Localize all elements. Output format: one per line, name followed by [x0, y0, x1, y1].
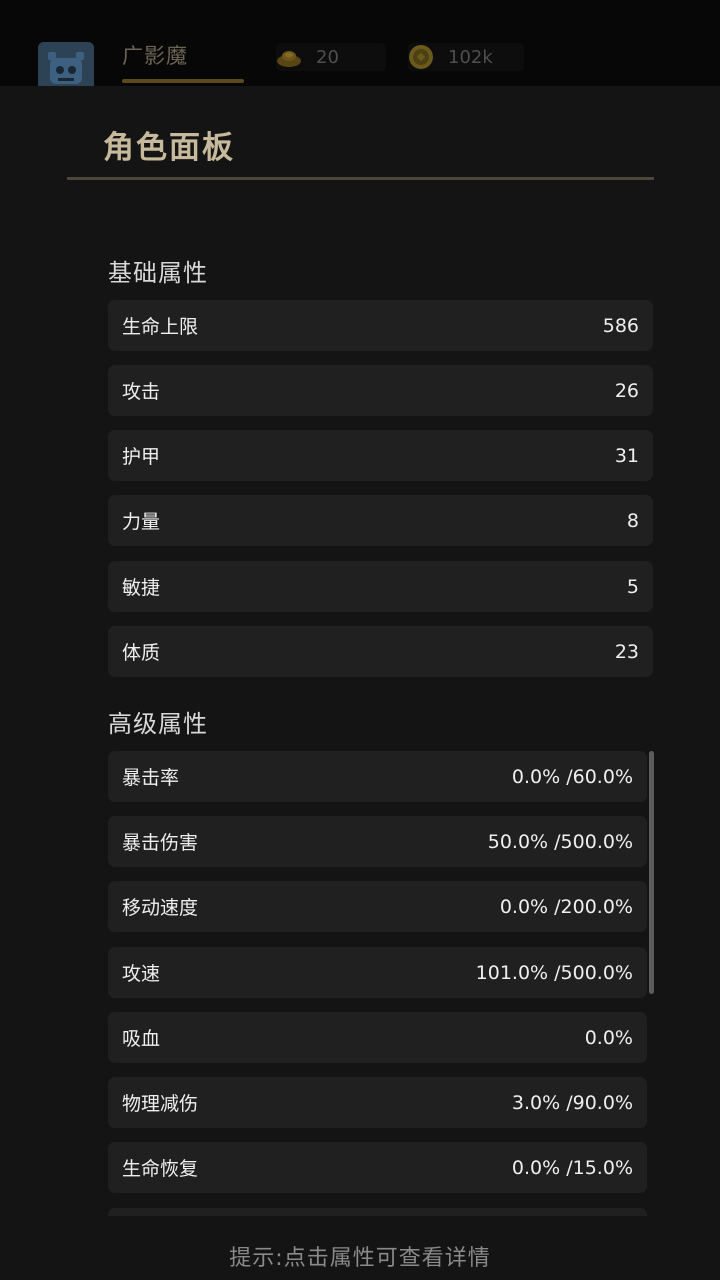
- attribute-label: 体质: [122, 642, 161, 664]
- attribute-value: 0.0% /15.0%: [511, 1156, 633, 1179]
- attribute-row-hp-regen[interactable]: 生命恢复 0.0% /15.0%: [108, 1142, 647, 1193]
- attribute-label: 移动速度: [122, 897, 199, 919]
- attribute-label: 攻击: [122, 381, 161, 403]
- attribute-value: 0.0% /60.0%: [511, 765, 633, 788]
- gold-resource: 20: [276, 43, 386, 71]
- attribute-row-physical-reduction[interactable]: 物理减伤 3.0% /90.0%: [108, 1077, 647, 1128]
- title-divider: [67, 177, 654, 180]
- attribute-row-move-speed[interactable]: 移动速度 0.0% /200.0%: [108, 881, 647, 932]
- attribute-row-crit-rate[interactable]: 暴击率 0.0% /60.0%: [108, 751, 647, 802]
- gold-ingot-icon: [277, 51, 301, 67]
- panel-title: 角色面板: [103, 130, 235, 166]
- attribute-label: 暴击伤害: [122, 832, 199, 854]
- attribute-value: 5: [626, 575, 639, 598]
- tab-underline: [122, 79, 244, 83]
- attribute-label: 生命上限: [122, 316, 199, 338]
- attribute-label: 物理减伤: [122, 1093, 199, 1115]
- coin-value: 102k: [448, 46, 493, 68]
- attribute-row-lifesteal[interactable]: 吸血 0.0%: [108, 1012, 647, 1063]
- attribute-row-max-hp[interactable]: 生命上限 586: [108, 300, 653, 351]
- attribute-label: 攻速: [122, 963, 161, 985]
- attribute-value: 8: [626, 509, 639, 532]
- top-bar: 广影魔 20 102k: [0, 0, 720, 98]
- coin-resource: 102k: [408, 43, 524, 71]
- advanced-attributes-title: 高级属性: [108, 710, 208, 738]
- attribute-row-crit-damage[interactable]: 暴击伤害 50.0% /500.0%: [108, 816, 647, 867]
- attribute-value: 101.0% /500.0%: [475, 961, 633, 984]
- attribute-row-armor[interactable]: 护甲 31: [108, 430, 653, 481]
- attribute-value: 0.0%: [584, 1026, 633, 1049]
- attribute-value: 3.0% /90.0%: [511, 1091, 633, 1114]
- hint-text: 提示:点击属性可查看详情: [229, 1246, 491, 1271]
- attribute-row-strength[interactable]: 力量 8: [108, 495, 653, 546]
- attribute-value: 0.0% /200.0%: [499, 895, 633, 918]
- coin-icon: [409, 45, 433, 69]
- attribute-row-attack-speed[interactable]: 攻速 101.0% /500.0%: [108, 947, 647, 998]
- attribute-label: 敏捷: [122, 577, 161, 599]
- character-tab[interactable]: 广影魔: [122, 40, 188, 84]
- attribute-row-partial[interactable]: [108, 1208, 647, 1216]
- attribute-row-agility[interactable]: 敏捷 5: [108, 561, 653, 612]
- attribute-row-constitution[interactable]: 体质 23: [108, 626, 653, 677]
- scrollbar[interactable]: [649, 751, 654, 994]
- attribute-value: 50.0% /500.0%: [487, 830, 633, 853]
- attribute-label: 暴击率: [122, 767, 180, 789]
- gold-value: 20: [316, 46, 339, 68]
- attribute-value: 586: [602, 314, 639, 337]
- basic-attributes-title: 基础属性: [108, 259, 208, 287]
- attribute-value: 26: [614, 379, 639, 402]
- attribute-row-attack[interactable]: 攻击 26: [108, 365, 653, 416]
- attribute-label: 吸血: [122, 1028, 161, 1050]
- advanced-attributes-scroll[interactable]: 暴击率 0.0% /60.0% 暴击伤害 50.0% /500.0% 移动速度 …: [108, 751, 656, 1216]
- attribute-label: 力量: [122, 511, 161, 533]
- attribute-value: 23: [614, 640, 639, 663]
- attribute-label: 生命恢复: [122, 1158, 199, 1180]
- attribute-label: 护甲: [122, 446, 161, 468]
- attribute-value: 31: [614, 444, 639, 467]
